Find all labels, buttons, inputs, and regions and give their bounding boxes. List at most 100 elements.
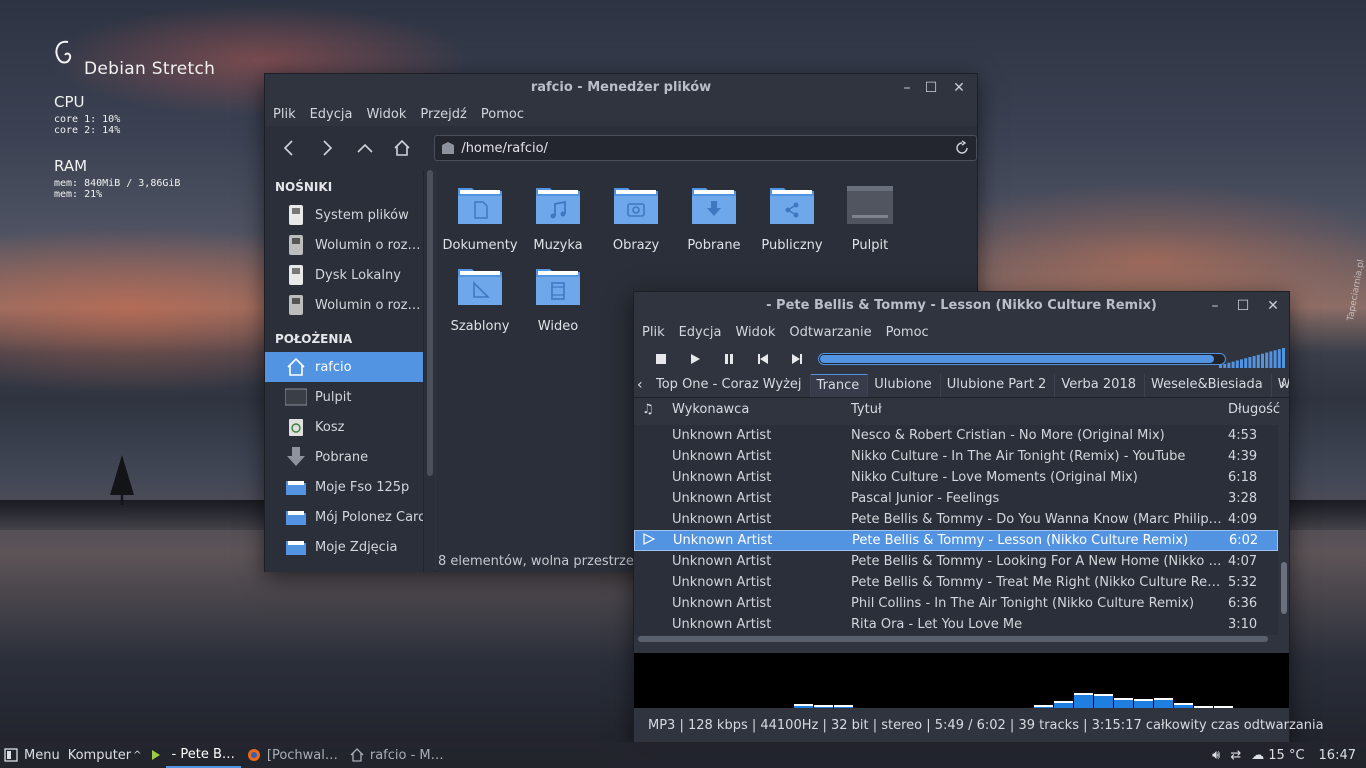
fm-titlebar[interactable]: rafcio - Menedżer plików – ☐ ✕ (265, 74, 977, 102)
sidebar-item-system[interactable]: System plików (265, 200, 423, 230)
folder-item-downloads[interactable]: Pobrane (674, 184, 754, 253)
playlist-row[interactable]: Unknown Artist Pete Bellis & Tommy - Trea… (634, 572, 1278, 593)
temperature[interactable]: 15 °C (1268, 748, 1304, 763)
playlist-row[interactable]: Unknown Artist Nikko Culture - Love Momen… (634, 467, 1278, 488)
menu-edycja[interactable]: Edycja (679, 325, 722, 340)
column-artist[interactable]: Wykonawca (672, 402, 851, 417)
volume-bar (1231, 361, 1235, 368)
previous-button[interactable] (746, 347, 780, 371)
menu-plik[interactable]: Plik (273, 107, 296, 122)
column-length[interactable]: Długość (1228, 402, 1280, 417)
player-statusbar: MP3 | 128 kbps | 44100Hz | 32 bit | ster… (648, 718, 1324, 733)
scrollbar-thumb[interactable] (427, 170, 433, 476)
folder-item-videos[interactable]: Wideo (518, 265, 598, 334)
playlist-tab[interactable]: Ulubione Part 2 (941, 374, 1056, 397)
playlist-horizontal-scrollbar[interactable] (638, 636, 1268, 642)
menu-icon (4, 748, 18, 762)
playlist-vertical-scrollbar[interactable] (1281, 562, 1287, 614)
task-music-player[interactable]: - Pete B… (165, 742, 241, 768)
sidebar-item-desktop[interactable]: Pulpit (265, 382, 423, 412)
playlist-row[interactable]: Unknown Artist Pete Bellis & Tommy - Do Y… (634, 509, 1278, 530)
close-button[interactable]: ✕ (949, 78, 969, 98)
tab-scroll-left-icon[interactable]: ‹ (637, 377, 643, 393)
menu-plik[interactable]: Plik (642, 325, 665, 340)
minimize-button[interactable]: – (1205, 296, 1225, 316)
launcher-icon[interactable] (146, 742, 166, 768)
column-title[interactable]: Tytuł (851, 402, 1228, 417)
playlist-tab[interactable]: Verba 2018 (1055, 374, 1145, 397)
spectrum-bar (1194, 706, 1213, 708)
playlist-tab[interactable]: Ulubione (868, 374, 941, 397)
playlist-tab[interactable]: Top One - Coraz Wyżej (650, 374, 811, 397)
folder-item-public[interactable]: Publiczny (752, 184, 832, 253)
playlist-row[interactable]: Unknown Artist Pete Bellis & Tommy - Look… (634, 551, 1278, 572)
playlist-row[interactable]: Unknown Artist Nikko Culture - In The Air… (634, 446, 1278, 467)
folder-item-desktop[interactable]: Pulpit (830, 184, 910, 253)
column-icon[interactable]: ♫ (634, 402, 672, 417)
maximize-button[interactable]: ☐ (1233, 296, 1253, 316)
menu-pomoc[interactable]: Pomoc (481, 107, 524, 122)
sidebar-item-polonez[interactable]: Mój Polonez Caro (265, 502, 423, 532)
videos-folder-icon (536, 269, 580, 305)
forward-button[interactable] (313, 134, 341, 162)
task-file-manager[interactable]: rafcio - M… (344, 742, 450, 768)
playlist-row[interactable]: Unknown Artist Rita Ora - Let You Love Me… (634, 614, 1278, 635)
path-bar[interactable]: /home/rafcio/ (434, 135, 977, 161)
computer-button[interactable]: Komputer ^ (64, 742, 146, 768)
watermark: Tapeciarnia.pl (1346, 258, 1366, 322)
sidebar-item-fso[interactable]: Moje Fso 125p (265, 472, 423, 502)
pause-button[interactable] (712, 347, 746, 371)
track-length: 4:53 (1228, 428, 1258, 443)
playlist-row-playing[interactable]: Unknown Artist Pete Bellis & Tommy - Less… (634, 530, 1278, 551)
volume-bar (1235, 360, 1239, 368)
menu-widok[interactable]: Widok (366, 107, 406, 122)
sidebar-item-trash[interactable]: Kosz (265, 412, 423, 442)
playlist-row[interactable]: Unknown Artist Nesco & Robert Cristian - … (634, 425, 1278, 446)
download-icon (287, 447, 305, 466)
now-playing-icon (635, 532, 673, 549)
back-button[interactable] (275, 134, 303, 162)
minimize-button[interactable]: – (897, 78, 917, 98)
folder-item-documents[interactable]: Dokumenty (440, 184, 520, 253)
playlist-tab[interactable]: Trance (810, 374, 869, 397)
sidebar-item-local-disk[interactable]: Dysk Lokalny (265, 260, 423, 290)
next-button[interactable] (780, 347, 814, 371)
menu-edycja[interactable]: Edycja (310, 107, 353, 122)
player-titlebar[interactable]: - Pete Bellis & Tommy - Lesson (Nikko Cu… (634, 292, 1289, 320)
reload-icon[interactable] (954, 140, 970, 156)
folder-item-pictures[interactable]: Obrazy (596, 184, 676, 253)
weather-icon[interactable]: ☁︎ (1251, 748, 1264, 763)
tab-scroll-right-icon[interactable]: › (1280, 377, 1286, 393)
maximize-button[interactable]: ☐ (921, 78, 941, 98)
task-label: rafcio - M… (369, 747, 444, 763)
playlist-row[interactable]: Unknown Artist Pascal Junior - Feelings 3:… (634, 488, 1278, 509)
sidebar-item-downloads[interactable]: Pobrane (265, 442, 423, 472)
up-button[interactable] (351, 134, 379, 162)
network-icon[interactable]: ⇄ (1230, 748, 1241, 763)
start-menu-button[interactable]: Menu (0, 742, 64, 768)
sidebar-item-label: Moje Zdjęcia (315, 539, 398, 555)
volume-icon[interactable]: 🔊︎ (1212, 748, 1220, 763)
sidebar-item-home[interactable]: rafcio (265, 352, 423, 382)
seek-bar[interactable] (818, 353, 1226, 365)
menu-widok[interactable]: Widok (735, 325, 775, 340)
stop-button[interactable] (644, 347, 678, 371)
menu-pomoc[interactable]: Pomoc (886, 325, 929, 340)
sidebar-item-volume-2[interactable]: Wolumin o roz… (265, 290, 423, 320)
folder-item-templates[interactable]: Szablony (440, 265, 520, 334)
volume-slider[interactable] (1219, 348, 1287, 368)
sidebar-item-photos[interactable]: Moje Zdjęcia (265, 532, 423, 562)
playlist-row[interactable]: Unknown Artist Phil Collins - In The Air … (634, 593, 1278, 614)
sidebar-scrollbar[interactable] (423, 170, 435, 572)
clock[interactable]: 16:47 (1319, 748, 1356, 763)
task-browser[interactable]: [Pochwal… (241, 742, 344, 768)
home-button[interactable] (388, 134, 416, 162)
close-button[interactable]: ✕ (1263, 296, 1283, 316)
menu-odtwarzanie[interactable]: Odtwarzanie (789, 325, 871, 340)
task-label: - Pete B… (171, 746, 235, 762)
sidebar-item-volume-1[interactable]: Wolumin o roz… (265, 230, 423, 260)
menu-przejdz[interactable]: Przejdź (420, 107, 466, 122)
folder-item-music[interactable]: Muzyka (518, 184, 598, 253)
play-button[interactable] (678, 347, 712, 371)
playlist-tab[interactable]: Wesele&Biesiada (1145, 374, 1272, 397)
